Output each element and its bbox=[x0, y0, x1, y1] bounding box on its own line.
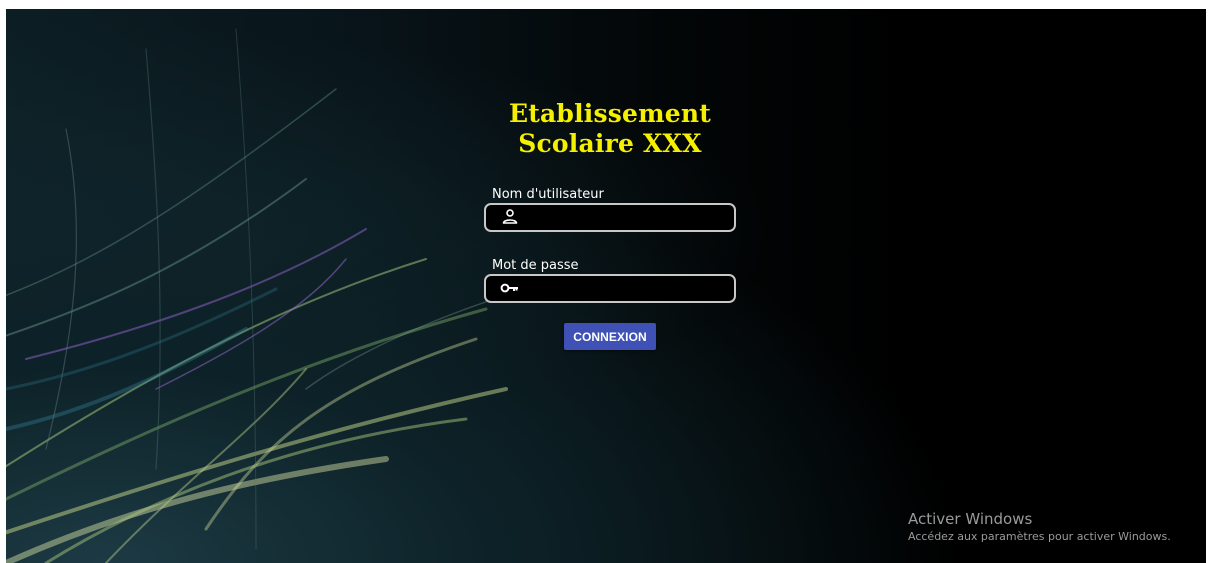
user-icon bbox=[502, 209, 518, 224]
username-field[interactable] bbox=[484, 203, 736, 232]
watermark-subtitle: Accédez aux paramètres pour activer Wind… bbox=[908, 530, 1171, 543]
watermark-title: Activer Windows bbox=[908, 510, 1033, 528]
username-label: Nom d'utilisateur bbox=[492, 187, 604, 202]
submit-row: CONNEXION bbox=[484, 323, 736, 350]
password-input[interactable] bbox=[526, 278, 726, 298]
title-line-2: Scolaire XXX bbox=[518, 129, 702, 158]
login-form: Etablissement Scolaire XXX Nom d'utilisa… bbox=[484, 99, 736, 350]
login-screen: Etablissement Scolaire XXX Nom d'utilisa… bbox=[6, 9, 1206, 563]
title-line-1: Etablissement bbox=[508, 99, 711, 128]
key-icon bbox=[500, 283, 518, 293]
connexion-button[interactable]: CONNEXION bbox=[564, 323, 656, 350]
username-input[interactable] bbox=[526, 207, 726, 227]
password-field[interactable] bbox=[484, 274, 736, 303]
password-label: Mot de passe bbox=[492, 258, 579, 273]
windows-activation-watermark: Activer Windows Accédez aux paramètres p… bbox=[908, 510, 1171, 545]
page-title: Etablissement Scolaire XXX bbox=[484, 99, 736, 159]
